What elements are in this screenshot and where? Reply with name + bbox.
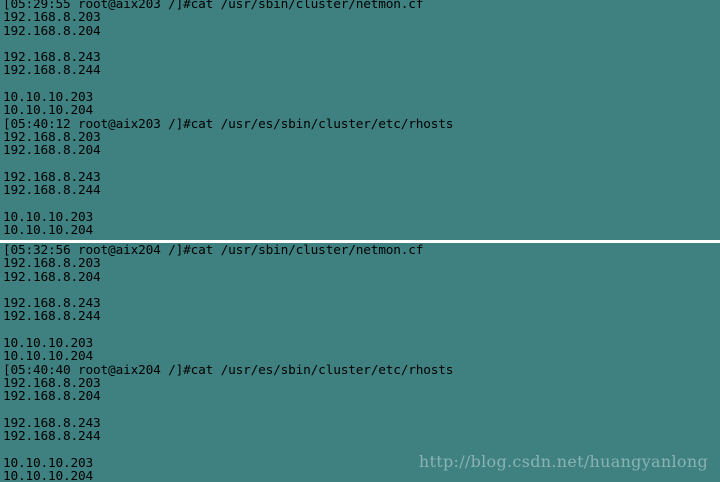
terminal-line: 192.168.8.243 xyxy=(3,296,101,312)
terminal-line: 192.168.8.243 xyxy=(3,415,101,431)
terminal-line: 192.168.8.204 xyxy=(3,23,101,39)
terminal-line: 10.10.10.204 xyxy=(3,469,94,482)
terminal-line: 192.168.8.244 xyxy=(3,309,101,325)
terminal-line: 10.10.10.204 xyxy=(3,103,94,119)
terminal-line: 192.168.8.203 xyxy=(3,129,101,145)
terminal-line: 10.10.10.204 xyxy=(3,349,94,365)
terminal-line: 192.168.8.244 xyxy=(3,429,101,445)
terminal-line-prompt: [05:40:12 root@aix203 /]#cat /usr/es/sbi… xyxy=(3,116,454,132)
terminal-line: 192.168.8.204 xyxy=(3,269,101,285)
terminal-line: 192.168.8.204 xyxy=(3,389,101,405)
terminal-line-prompt: [05:32:56 root@aix204 /]#cat /usr/sbin/c… xyxy=(3,243,424,258)
terminal-line: 192.168.8.203 xyxy=(3,10,101,26)
watermark-url: http://blog.csdn.net/huangyanlong xyxy=(418,452,708,471)
terminal-line: 10.10.10.204 xyxy=(3,223,94,239)
terminal-line-prompt: [05:40:40 root@aix204 /]#cat /usr/es/sbi… xyxy=(3,362,454,378)
terminal-line: 10.10.10.203 xyxy=(3,209,94,225)
terminal-line: 192.168.8.204 xyxy=(3,143,101,159)
terminal-line: 192.168.8.203 xyxy=(3,375,101,391)
terminal-line-prompt: [05:29:55 root@aix203 /]#cat /usr/sbin/c… xyxy=(3,0,424,12)
terminal-line: 10.10.10.203 xyxy=(3,90,94,106)
terminal-output-aix203[interactable]: [05:29:55 root@aix203 /]#cat /usr/sbin/c… xyxy=(0,0,720,240)
terminal-line: 192.168.8.243 xyxy=(3,50,101,66)
terminal-output-aix204[interactable]: [05:32:56 root@aix204 /]#cat /usr/sbin/c… xyxy=(0,243,720,482)
terminal-line: 192.168.8.243 xyxy=(3,169,101,185)
terminal-line: 10.10.10.203 xyxy=(3,336,94,352)
terminal-line: 192.168.8.203 xyxy=(3,256,101,272)
terminal-line: 192.168.8.244 xyxy=(3,63,101,79)
terminal-line: 192.168.8.244 xyxy=(3,183,101,199)
